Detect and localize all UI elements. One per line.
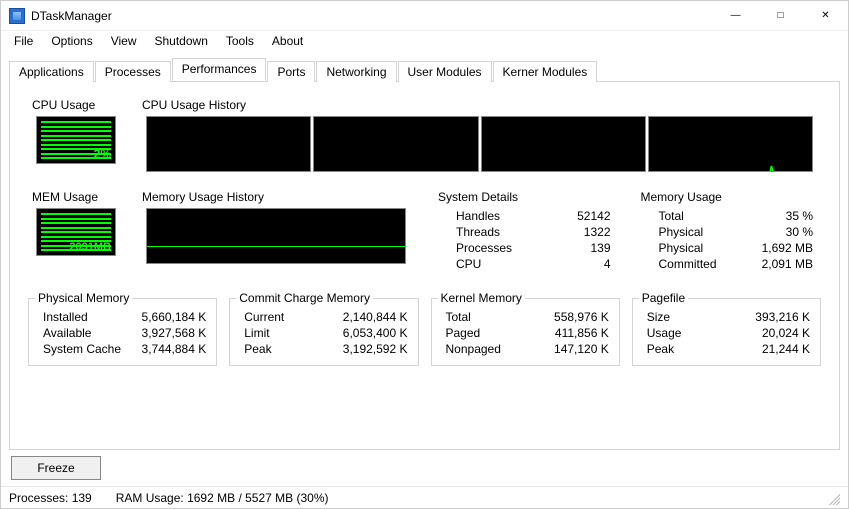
cpu-usage-title: CPU Usage bbox=[30, 98, 97, 112]
cpu-history-core-3 bbox=[481, 116, 646, 172]
memory-usage-title: Memory Usage bbox=[639, 190, 724, 204]
tab-strip: Applications Processes Performances Port… bbox=[9, 59, 840, 81]
tab-performances[interactable]: Performances bbox=[172, 58, 267, 81]
system-details-title: System Details bbox=[436, 190, 520, 204]
cpu-usage-value: 2% bbox=[94, 147, 111, 161]
menubar: File Options View Shutdown Tools About bbox=[1, 31, 848, 51]
titlebar: DTaskManager — □ ✕ bbox=[1, 1, 848, 31]
menu-tools[interactable]: Tools bbox=[217, 32, 263, 50]
freeze-button[interactable]: Freeze bbox=[11, 456, 101, 480]
group-mem-usage: MEM Usage 2091MB bbox=[28, 198, 120, 280]
close-button[interactable]: ✕ bbox=[803, 1, 848, 31]
mem-history-graph bbox=[146, 208, 406, 264]
group-kernel-memory: Kernel Memory Total558,976 K Paged411,85… bbox=[431, 298, 620, 366]
menu-file[interactable]: File bbox=[5, 32, 42, 50]
group-mem-history: Memory Usage History bbox=[138, 198, 416, 280]
group-physical-memory: Physical Memory Installed5,660,184 K Ava… bbox=[28, 298, 217, 366]
mem-history-title: Memory Usage History bbox=[140, 190, 266, 204]
mem-usage-value: 2091MB bbox=[69, 241, 111, 253]
cpu-history-core-2 bbox=[313, 116, 478, 172]
cpu-history-title: CPU Usage History bbox=[140, 98, 248, 112]
minimize-button[interactable]: — bbox=[713, 1, 758, 31]
group-cpu-history: CPU Usage History bbox=[138, 106, 821, 180]
menu-shutdown[interactable]: Shutdown bbox=[146, 32, 217, 50]
group-commit-charge: Commit Charge Memory Current2,140,844 K … bbox=[229, 298, 418, 366]
mem-usage-gauge: 2091MB bbox=[36, 208, 116, 256]
statusbar: Processes: 139 RAM Usage: 1692 MB / 5527… bbox=[1, 486, 848, 508]
menu-view[interactable]: View bbox=[102, 32, 146, 50]
tab-networking[interactable]: Networking bbox=[316, 61, 396, 82]
tab-applications[interactable]: Applications bbox=[9, 61, 94, 82]
tab-processes[interactable]: Processes bbox=[95, 61, 171, 82]
resize-grip-icon[interactable] bbox=[826, 491, 840, 505]
cpu-history-core-1 bbox=[146, 116, 311, 172]
tab-kerner-modules[interactable]: Kerner Modules bbox=[493, 61, 598, 82]
maximize-button[interactable]: □ bbox=[758, 1, 803, 31]
group-cpu-usage: CPU Usage 2% bbox=[28, 106, 120, 180]
tab-content-performances: CPU Usage 2% CPU Usage History MEM Usag bbox=[9, 81, 840, 450]
tab-ports[interactable]: Ports bbox=[267, 61, 315, 82]
status-processes: Processes: 139 bbox=[9, 491, 92, 505]
tab-user-modules[interactable]: User Modules bbox=[398, 61, 492, 82]
cpu-history-core-4 bbox=[648, 116, 813, 172]
group-system-details: System Details Handles52142 Threads1322 … bbox=[434, 198, 619, 280]
group-pagefile: Pagefile Size393,216 K Usage20,024 K Pea… bbox=[632, 298, 821, 366]
mem-usage-title: MEM Usage bbox=[30, 190, 100, 204]
window-title: DTaskManager bbox=[31, 9, 112, 23]
status-ram: RAM Usage: 1692 MB / 5527 MB (30%) bbox=[116, 491, 329, 505]
cpu-usage-gauge: 2% bbox=[36, 116, 116, 164]
group-memory-usage: Memory Usage Total35 % Physical30 % Phys… bbox=[637, 198, 822, 280]
menu-options[interactable]: Options bbox=[42, 32, 101, 50]
menu-about[interactable]: About bbox=[263, 32, 312, 50]
app-icon bbox=[9, 8, 25, 24]
